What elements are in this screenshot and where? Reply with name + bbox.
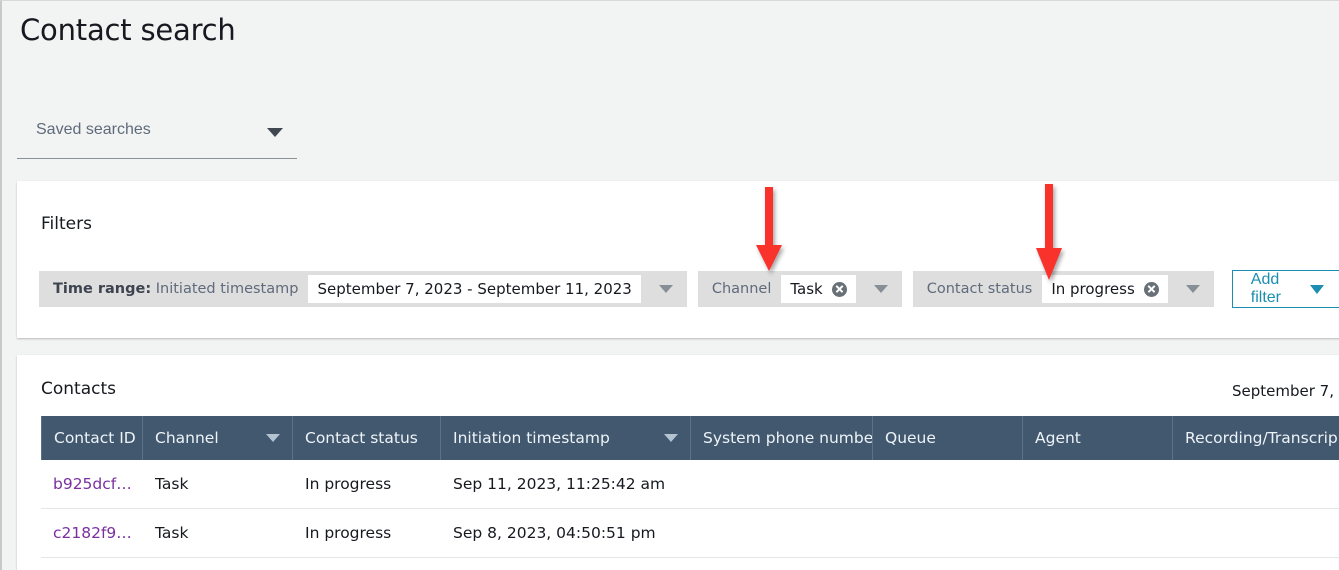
filters-row: Time range: Initiated timestamp Septembe… bbox=[39, 270, 1339, 308]
filter-channel-label: Channel bbox=[711, 281, 772, 297]
saved-searches-select[interactable]: Saved searches bbox=[17, 113, 297, 159]
table-header-cell[interactable]: Contact ID bbox=[41, 416, 143, 460]
chevron-down-icon[interactable] bbox=[1185, 285, 1200, 293]
filter-channel-value[interactable]: Task bbox=[781, 275, 856, 303]
contacts-section-title: Contacts bbox=[41, 379, 116, 399]
table-cell bbox=[1023, 460, 1173, 508]
table-header-cell[interactable]: Recording/Transcrip bbox=[1173, 416, 1339, 460]
table-header-label: Initiation timestamp bbox=[453, 429, 610, 447]
add-filter-button[interactable]: Add filter bbox=[1231, 270, 1339, 308]
contact-id-link[interactable]: c2182f9… bbox=[41, 509, 143, 557]
filters-section-title: Filters bbox=[41, 214, 92, 234]
contact-id-link[interactable]: b925dcf… bbox=[41, 460, 143, 508]
close-circle-icon[interactable] bbox=[1143, 281, 1159, 297]
table-header-label: Queue bbox=[885, 429, 936, 447]
contacts-card: Contacts September 7, 2 Contact ID Channe… bbox=[17, 355, 1339, 570]
close-circle-icon[interactable] bbox=[831, 281, 847, 297]
filter-contact-status-value-text: In progress bbox=[1051, 280, 1135, 298]
table-cell: Task bbox=[155, 524, 189, 542]
contacts-table: Contact ID Channel Contact status Initiatio… bbox=[41, 416, 1339, 558]
table-header-label: System phone number bbox=[703, 429, 873, 447]
table-header-label: Contact ID bbox=[54, 429, 136, 447]
filter-time-range-label-bold: Time range: bbox=[53, 281, 152, 297]
page-title: Contact search bbox=[20, 13, 236, 47]
table-header-row: Contact ID Channel Contact status Initiatio… bbox=[41, 416, 1339, 460]
filter-time-range-label-rest: Initiated timestamp bbox=[155, 281, 299, 297]
filter-channel[interactable]: Channel Task bbox=[697, 271, 902, 307]
contacts-date-range-label: September 7, 2 bbox=[1232, 382, 1339, 400]
filter-time-range[interactable]: Time range: Initiated timestamp Septembe… bbox=[39, 271, 687, 307]
chevron-down-icon[interactable] bbox=[873, 285, 888, 293]
filter-contact-status-label: Contact status bbox=[926, 281, 1033, 297]
table-cell: In progress bbox=[305, 475, 392, 493]
table-header-label: Agent bbox=[1035, 429, 1081, 447]
table-header-cell[interactable]: Contact status bbox=[293, 416, 441, 460]
add-filter-label: Add filter bbox=[1250, 271, 1281, 306]
table-cell bbox=[691, 509, 873, 557]
table-cell bbox=[1173, 460, 1339, 508]
table-cell bbox=[873, 460, 1023, 508]
table-header-cell[interactable]: System phone number bbox=[691, 416, 873, 460]
table-row[interactable]: b925dcf… Task In progress Sep 11, 2023, 11:… bbox=[41, 460, 1339, 509]
table-cell: Sep 11, 2023, 11:25:42 am bbox=[453, 475, 666, 493]
saved-searches-label: Saved searches bbox=[36, 121, 151, 138]
table-body: b925dcf… Task In progress Sep 11, 2023, 11:… bbox=[41, 460, 1339, 558]
annotation-arrow-contact-status bbox=[1034, 184, 1064, 280]
table-cell bbox=[1173, 509, 1339, 557]
filter-time-range-value[interactable]: September 7, 2023 - September 11, 2023 bbox=[308, 275, 641, 303]
table-cell: Sep 8, 2023, 04:50:51 pm bbox=[453, 524, 656, 542]
contact-search-page: Contact search Saved searches Filters Ti… bbox=[0, 0, 1339, 570]
chevron-down-icon[interactable] bbox=[658, 285, 673, 293]
table-header-cell[interactable]: Initiation timestamp bbox=[441, 416, 691, 460]
chevron-down-icon bbox=[1310, 284, 1324, 294]
table-header-cell[interactable]: Channel bbox=[143, 416, 293, 460]
table-header-cell[interactable]: Queue bbox=[873, 416, 1023, 460]
table-header-label: Contact status bbox=[305, 429, 418, 447]
table-cell bbox=[1023, 509, 1173, 557]
filters-card: Filters Time range: Initiated timestamp … bbox=[17, 181, 1339, 338]
filter-time-range-label: Time range: Initiated timestamp bbox=[39, 281, 308, 297]
table-header-label: Recording/Transcrip bbox=[1185, 429, 1338, 447]
chevron-down-icon[interactable] bbox=[664, 434, 678, 442]
table-cell: In progress bbox=[305, 524, 392, 542]
chevron-down-icon[interactable] bbox=[266, 434, 280, 442]
annotation-arrow-channel bbox=[754, 187, 784, 271]
table-header-label: Channel bbox=[155, 429, 219, 447]
table-row[interactable]: c2182f9… Task In progress Sep 8, 2023, 04:5… bbox=[41, 509, 1339, 558]
filter-channel-value-text: Task bbox=[790, 280, 823, 298]
table-cell bbox=[691, 460, 873, 508]
table-header-cell[interactable]: Agent bbox=[1023, 416, 1173, 460]
chevron-down-icon bbox=[267, 128, 283, 137]
table-cell: Task bbox=[155, 475, 189, 493]
table-cell bbox=[873, 509, 1023, 557]
